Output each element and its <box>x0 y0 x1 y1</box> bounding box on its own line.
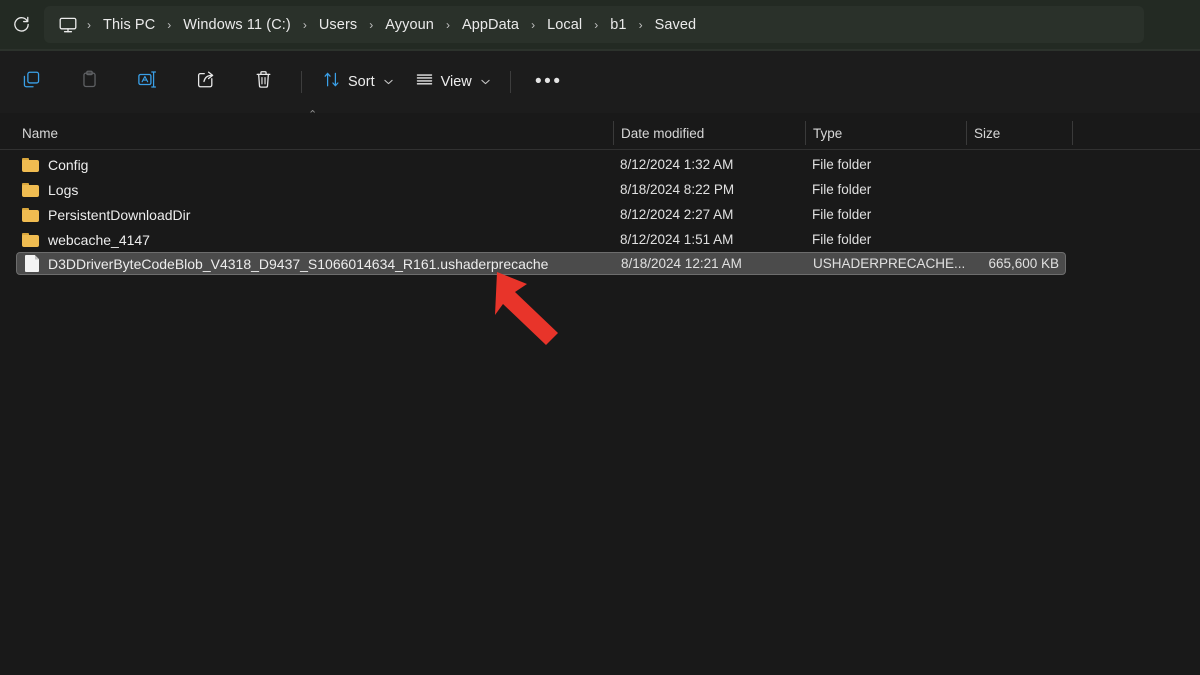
breadcrumb-item-local[interactable]: Local <box>540 14 589 36</box>
type-cell: File folder <box>812 207 871 222</box>
table-row[interactable]: Logs 8/18/2024 8:22 PM File folder <box>0 177 1200 202</box>
file-name-label: PersistentDownloadDir <box>48 207 190 223</box>
date-modified-cell: 8/12/2024 1:32 AM <box>620 157 733 172</box>
column-header-name[interactable]: Name <box>22 117 58 149</box>
date-modified-cell: 8/18/2024 12:21 AM <box>621 256 742 271</box>
column-divider[interactable] <box>805 121 806 145</box>
folder-icon <box>22 233 39 247</box>
column-header-type[interactable]: Type <box>813 117 842 149</box>
file-list: Config 8/12/2024 1:32 AM File folder Log… <box>0 152 1200 275</box>
file-explorer-window: › This PC › Windows 11 (C:) › Users › Ay… <box>0 0 1200 675</box>
table-row[interactable]: PersistentDownloadDir 8/12/2024 2:27 AM … <box>0 202 1200 227</box>
type-cell: File folder <box>812 232 871 247</box>
column-header-row: Name Date modified Type Size <box>0 117 1200 149</box>
breadcrumb-separator: › <box>634 18 648 32</box>
column-header-divider <box>0 149 1200 150</box>
chevron-down-icon <box>384 77 393 87</box>
size-cell: 665,600 KB <box>917 256 1059 271</box>
folder-icon <box>22 158 39 172</box>
sort-icon <box>322 70 341 94</box>
file-name-label: D3DDriverByteCodeBlob_V4318_D9437_S10660… <box>48 256 548 272</box>
breadcrumb-item-users[interactable]: Users <box>312 14 364 36</box>
file-name-cell[interactable]: D3DDriverByteCodeBlob_V4318_D9437_S10660… <box>25 255 548 272</box>
column-divider[interactable] <box>1072 121 1073 145</box>
red-arrow-pointer <box>480 262 580 357</box>
column-header-size[interactable]: Size <box>974 117 1000 149</box>
breadcrumb-separator: › <box>441 18 455 32</box>
sort-button[interactable]: Sort <box>315 64 400 100</box>
monitor-icon[interactable] <box>56 16 82 34</box>
sort-label: Sort <box>348 74 375 90</box>
breadcrumb-item-ayyoun[interactable]: Ayyoun <box>378 14 441 36</box>
view-label: View <box>441 74 472 90</box>
view-button[interactable]: View <box>408 64 497 100</box>
file-icon <box>25 255 39 272</box>
table-row[interactable]: Config 8/12/2024 1:32 AM File folder <box>0 152 1200 177</box>
breadcrumb-separator: › <box>364 18 378 32</box>
toolbar-divider <box>301 71 302 93</box>
date-modified-cell: 8/18/2024 8:22 PM <box>620 182 734 197</box>
ellipsis-icon: ••• <box>535 77 562 87</box>
column-header-date-modified[interactable]: Date modified <box>621 117 704 149</box>
breadcrumb-item-this-pc[interactable]: This PC <box>96 14 162 36</box>
date-modified-cell: 8/12/2024 2:27 AM <box>620 207 733 222</box>
more-options-button[interactable]: ••• <box>524 64 574 100</box>
copy-icon <box>21 69 42 95</box>
rename-button[interactable] <box>122 64 172 100</box>
copy-button[interactable] <box>6 64 56 100</box>
paste-icon <box>79 69 100 95</box>
file-name-cell[interactable]: Config <box>22 157 88 173</box>
breadcrumb-separator: › <box>526 18 540 32</box>
file-name-label: Config <box>48 157 88 173</box>
file-name-cell[interactable]: Logs <box>22 182 78 198</box>
file-name-cell[interactable]: PersistentDownloadDir <box>22 207 190 223</box>
column-divider[interactable] <box>613 121 614 145</box>
breadcrumb-separator: › <box>298 18 312 32</box>
column-divider[interactable] <box>966 121 967 145</box>
delete-icon <box>253 69 274 95</box>
refresh-icon[interactable] <box>4 8 38 42</box>
chevron-down-icon <box>481 77 490 87</box>
breadcrumb-item-b1[interactable]: b1 <box>603 14 633 36</box>
view-icon <box>415 70 434 94</box>
breadcrumb-separator: › <box>589 18 603 32</box>
delete-button[interactable] <box>238 64 288 100</box>
command-toolbar: Sort View ••• <box>0 51 1200 113</box>
folder-icon <box>22 208 39 222</box>
share-icon <box>195 69 216 95</box>
breadcrumb-item-appdata[interactable]: AppData <box>455 14 526 36</box>
breadcrumb-address-bar[interactable]: › This PC › Windows 11 (C:) › Users › Ay… <box>44 6 1144 43</box>
table-row[interactable]: webcache_4147 8/12/2024 1:51 AM File fol… <box>0 227 1200 252</box>
table-row-selected[interactable]: D3DDriverByteCodeBlob_V4318_D9437_S10660… <box>16 252 1066 275</box>
type-cell: File folder <box>812 157 871 172</box>
breadcrumb-separator: › <box>82 18 96 32</box>
file-name-cell[interactable]: webcache_4147 <box>22 232 150 248</box>
type-cell: File folder <box>812 182 871 197</box>
toolbar-divider <box>510 71 511 93</box>
folder-icon <box>22 183 39 197</box>
rename-icon <box>136 69 158 95</box>
breadcrumb-separator: › <box>162 18 176 32</box>
address-bar-region: › This PC › Windows 11 (C:) › Users › Ay… <box>0 0 1200 49</box>
breadcrumb-item-windows-c[interactable]: Windows 11 (C:) <box>176 14 298 36</box>
share-button[interactable] <box>180 64 230 100</box>
breadcrumb-item-saved[interactable]: Saved <box>648 14 704 36</box>
file-name-label: Logs <box>48 182 78 198</box>
date-modified-cell: 8/12/2024 1:51 AM <box>620 232 733 247</box>
file-name-label: webcache_4147 <box>48 232 150 248</box>
paste-button[interactable] <box>64 64 114 100</box>
